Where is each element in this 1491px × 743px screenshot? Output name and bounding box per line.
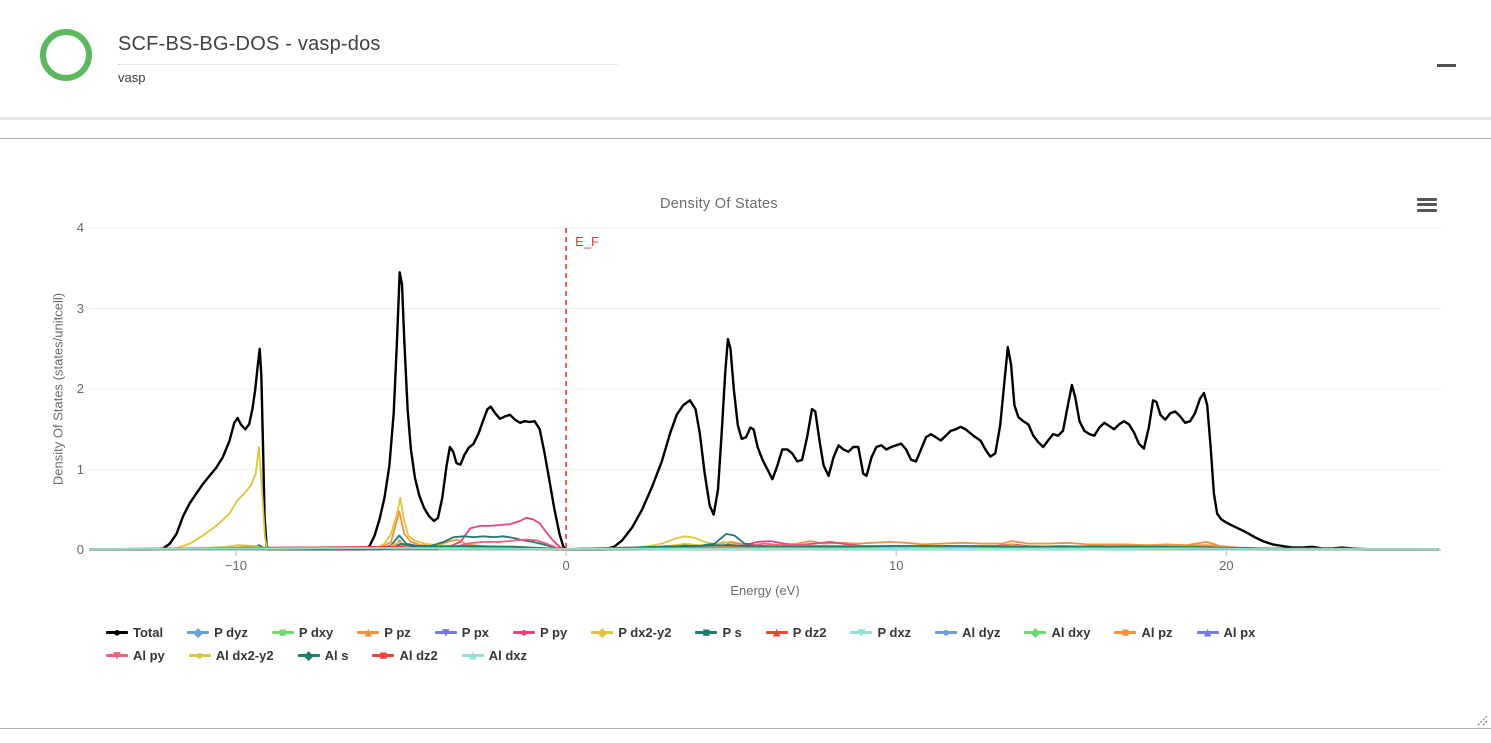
legend-label: Al px	[1224, 625, 1256, 640]
legend-label: Al dz2	[399, 648, 437, 663]
circle-marker-icon: ●	[106, 624, 128, 640]
resize-handle[interactable]	[1474, 712, 1490, 728]
x-tick-label: 10	[868, 558, 924, 573]
series-al-dxz	[91, 548, 1438, 549]
legend-label: Al dyz	[962, 625, 1000, 640]
legend-label: P dyz	[214, 625, 248, 640]
circle-marker-icon: ●	[513, 624, 535, 640]
legend-item-al-s[interactable]: ◆ Al s	[298, 645, 349, 665]
x-axis-title: Energy (eV)	[89, 583, 1441, 598]
square-marker-icon: ■	[695, 624, 717, 640]
diamond-marker-icon: ◆	[298, 647, 320, 663]
legend-label: Al py	[133, 648, 165, 663]
legend-item-al-pz[interactable]: ■ Al pz	[1114, 622, 1172, 642]
fermi-level-label: E_F	[575, 234, 599, 249]
series-total	[91, 272, 1438, 549]
legend-label: Al dxy	[1051, 625, 1090, 640]
legend-item-p-px[interactable]: ▼ P px	[435, 622, 489, 642]
legend-item-al-dxy[interactable]: ◆ Al dxy	[1024, 622, 1090, 642]
circle-marker-icon: ●	[935, 624, 957, 640]
legend-label: P dx2-y2	[618, 625, 671, 640]
square-marker-icon: ■	[1114, 624, 1136, 640]
hamburger-icon	[1417, 198, 1437, 212]
title-underline	[118, 64, 618, 65]
star-marker-icon: ▲	[1197, 624, 1219, 640]
diamond-marker-icon: ◆	[591, 624, 613, 640]
legend-item-p-dxy[interactable]: ■ P dxy	[272, 622, 333, 642]
square-marker-icon: ■	[372, 647, 394, 663]
legend-label: P py	[540, 625, 567, 640]
star-marker-icon: ▲	[766, 624, 788, 640]
legend-item-al-dx2-y2[interactable]: ● Al dx2-y2	[189, 645, 274, 665]
triangle-down-marker-icon: ▼	[850, 624, 872, 640]
legend-label: P s	[722, 625, 741, 640]
legend-item-al-dxz[interactable]: ▲ Al dxz	[462, 645, 527, 665]
legend-label: P pz	[384, 625, 411, 640]
status-ring-icon	[40, 29, 92, 81]
card-subtitle: vasp	[118, 70, 145, 85]
resize-grip-icon	[1474, 712, 1490, 728]
legend-item-p-dxz[interactable]: ▼ P dxz	[850, 622, 911, 642]
x-tick-label: 0	[538, 558, 594, 573]
x-tick-label: −10	[208, 558, 264, 573]
minimize-button[interactable]	[1430, 48, 1462, 72]
plot-area[interactable]	[89, 228, 1441, 558]
legend-item-al-py[interactable]: ▼ Al py	[106, 645, 165, 665]
legend-item-p-py[interactable]: ● P py	[513, 622, 567, 642]
legend-label: Al pz	[1141, 625, 1172, 640]
star-marker-icon: ▲	[357, 624, 379, 640]
header-divider-light	[0, 117, 1491, 120]
legend-item-p-dx2-y2[interactable]: ◆ P dx2-y2	[591, 622, 671, 642]
header-divider-dark	[0, 138, 1491, 139]
legend-row: ● Total ◆ P dyz ■ P dxy ▲ P pz ▼ P px ● P py ◆ P dx2-…	[106, 622, 1426, 642]
diamond-marker-icon: ◆	[1024, 624, 1046, 640]
legend-label: P dxz	[877, 625, 911, 640]
triangle-down-marker-icon: ▼	[106, 647, 128, 663]
y-tick-label: 1	[42, 462, 84, 477]
triangle-down-marker-icon: ▼	[435, 624, 457, 640]
legend-item-p-s[interactable]: ■ P s	[695, 622, 741, 642]
cell-bottom-border	[0, 728, 1491, 729]
legend-item-p-dz2[interactable]: ▲ P dz2	[766, 622, 827, 642]
legend-row: ▼ Al py ● Al dx2-y2 ◆ Al s ■ Al dz2 ▲ Al dxz	[106, 645, 1426, 665]
minimize-icon	[1437, 64, 1456, 67]
legend-label: Al dxz	[489, 648, 527, 663]
legend-item-total[interactable]: ● Total	[106, 622, 163, 642]
legend: ● Total ◆ P dyz ■ P dxy ▲ P pz ▼ P px ● P py ◆ P dx2-…	[106, 622, 1426, 665]
legend-label: P px	[462, 625, 489, 640]
chart-title: Density Of States	[0, 196, 1438, 212]
star-marker-icon: ▲	[462, 647, 484, 663]
legend-item-al-dyz[interactable]: ● Al dyz	[935, 622, 1000, 642]
y-tick-label: 4	[42, 220, 84, 235]
square-marker-icon: ■	[272, 624, 294, 640]
legend-item-al-dz2[interactable]: ■ Al dz2	[372, 645, 437, 665]
legend-item-p-dyz[interactable]: ◆ P dyz	[187, 622, 248, 642]
card-title: SCF-BS-BG-DOS - vasp-dos	[118, 33, 381, 56]
legend-label: Al dx2-y2	[216, 648, 274, 663]
y-tick-label: 0	[42, 542, 84, 557]
legend-label: P dz2	[793, 625, 827, 640]
x-tick-label: 20	[1198, 558, 1254, 573]
legend-item-p-pz[interactable]: ▲ P pz	[357, 622, 411, 642]
circle-marker-icon: ●	[189, 647, 211, 663]
legend-label: Al s	[325, 648, 349, 663]
y-tick-label: 3	[42, 301, 84, 316]
legend-label: Total	[133, 625, 163, 640]
legend-label: P dxy	[299, 625, 333, 640]
legend-item-al-px[interactable]: ▲ Al px	[1197, 622, 1256, 642]
diamond-marker-icon: ◆	[187, 624, 209, 640]
y-tick-label: 2	[42, 381, 84, 396]
modebar-menu-button[interactable]	[1413, 193, 1441, 219]
